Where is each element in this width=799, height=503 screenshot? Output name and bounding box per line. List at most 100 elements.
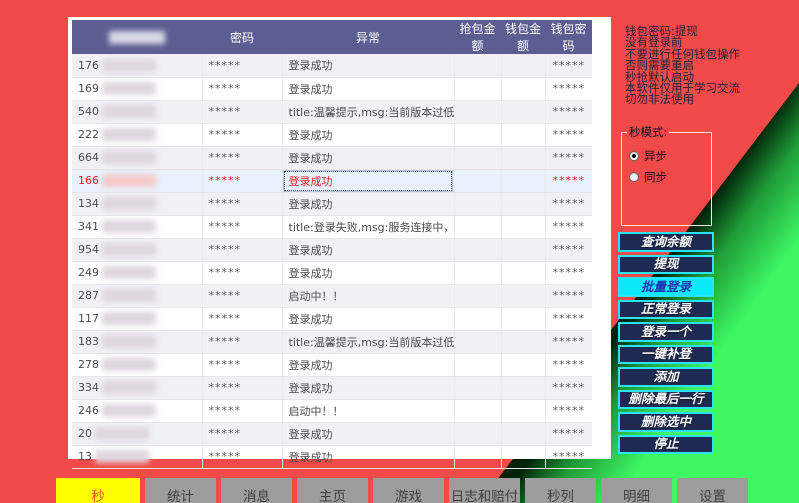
- status-cell[interactable]: 登录成功: [282, 307, 454, 330]
- action-button[interactable]: 登录一个: [618, 322, 714, 342]
- status-cell[interactable]: 启动中！！: [282, 399, 454, 422]
- grab-amount-cell[interactable]: [454, 100, 501, 123]
- password-cell[interactable]: *****: [202, 445, 282, 468]
- wallet-password-cell[interactable]: *****: [545, 54, 592, 77]
- status-cell[interactable]: 登录成功: [282, 169, 454, 192]
- account-cell[interactable]: 20: [72, 422, 202, 445]
- status-cell[interactable]: 登录成功: [282, 445, 454, 468]
- account-cell[interactable]: 169: [72, 77, 202, 100]
- wallet-amount-cell[interactable]: [501, 422, 545, 445]
- wallet-amount-cell[interactable]: [501, 376, 545, 399]
- password-cell[interactable]: *****: [202, 169, 282, 192]
- wallet-password-cell[interactable]: *****: [545, 353, 592, 376]
- wallet-amount-cell[interactable]: [501, 100, 545, 123]
- account-cell[interactable]: 334: [72, 376, 202, 399]
- grab-amount-cell[interactable]: [454, 422, 501, 445]
- radio-icon[interactable]: [629, 151, 639, 161]
- wallet-amount-cell[interactable]: [501, 261, 545, 284]
- status-cell[interactable]: 登录成功: [282, 123, 454, 146]
- status-cell[interactable]: 登录成功: [282, 353, 454, 376]
- status-cell[interactable]: 登录成功: [282, 54, 454, 77]
- mode-radio-option[interactable]: 异步: [629, 148, 711, 164]
- wallet-password-cell[interactable]: *****: [545, 215, 592, 238]
- wallet-amount-cell[interactable]: [501, 77, 545, 100]
- status-cell[interactable]: 登录成功: [282, 238, 454, 261]
- account-cell[interactable]: 664: [72, 146, 202, 169]
- wallet-password-cell[interactable]: *****: [545, 123, 592, 146]
- grab-amount-cell[interactable]: [454, 215, 501, 238]
- wallet-amount-cell[interactable]: [501, 215, 545, 238]
- status-cell[interactable]: title:登录失败,msg:服务连接中，请稍后再试。 ...: [282, 215, 454, 238]
- password-cell[interactable]: *****: [202, 215, 282, 238]
- account-cell[interactable]: 287: [72, 284, 202, 307]
- table-row[interactable]: 664 ***** 登录成功 *****: [72, 146, 592, 169]
- table-row[interactable]: 134 ***** 登录成功 *****: [72, 192, 592, 215]
- account-cell[interactable]: 13: [72, 445, 202, 468]
- password-cell[interactable]: *****: [202, 284, 282, 307]
- table-row[interactable]: 287 ***** 启动中！！ *****: [72, 284, 592, 307]
- wallet-password-cell[interactable]: *****: [545, 307, 592, 330]
- grab-amount-cell[interactable]: [454, 353, 501, 376]
- status-cell[interactable]: 登录成功: [282, 77, 454, 100]
- table-row[interactable]: 246 ***** 启动中！！ *****: [72, 399, 592, 422]
- password-cell[interactable]: *****: [202, 330, 282, 353]
- action-button[interactable]: 删除最后一行: [618, 390, 714, 410]
- password-cell[interactable]: *****: [202, 123, 282, 146]
- wallet-amount-cell[interactable]: [501, 284, 545, 307]
- account-cell[interactable]: 341: [72, 215, 202, 238]
- table-row[interactable]: 278 ***** 登录成功 *****: [72, 353, 592, 376]
- grab-amount-cell[interactable]: [454, 146, 501, 169]
- table-row[interactable]: 334 ***** 登录成功 *****: [72, 376, 592, 399]
- wallet-amount-cell[interactable]: [501, 445, 545, 468]
- radio-icon[interactable]: [629, 172, 639, 182]
- status-cell[interactable]: 登录成功: [282, 146, 454, 169]
- action-button[interactable]: 停止: [618, 435, 714, 455]
- password-cell[interactable]: *****: [202, 422, 282, 445]
- wallet-password-cell[interactable]: *****: [545, 192, 592, 215]
- password-cell[interactable]: *****: [202, 353, 282, 376]
- action-button[interactable]: 查询余额: [618, 232, 714, 252]
- wallet-amount-cell[interactable]: [501, 330, 545, 353]
- status-cell[interactable]: 登录成功: [282, 192, 454, 215]
- password-cell[interactable]: *****: [202, 77, 282, 100]
- wallet-password-cell[interactable]: *****: [545, 445, 592, 468]
- grab-amount-cell[interactable]: [454, 284, 501, 307]
- wallet-amount-cell[interactable]: [501, 123, 545, 146]
- wallet-password-cell[interactable]: *****: [545, 169, 592, 192]
- grab-amount-cell[interactable]: [454, 261, 501, 284]
- bottom-tab[interactable]: 主页: [297, 478, 368, 503]
- account-cell[interactable]: 249: [72, 261, 202, 284]
- wallet-password-cell[interactable]: *****: [545, 399, 592, 422]
- table-row[interactable]: 117 ***** 登录成功 *****: [72, 307, 592, 330]
- password-cell[interactable]: *****: [202, 307, 282, 330]
- wallet-password-cell[interactable]: *****: [545, 261, 592, 284]
- table-row[interactable]: 249 ***** 登录成功 *****: [72, 261, 592, 284]
- wallet-amount-cell[interactable]: [501, 353, 545, 376]
- password-cell[interactable]: *****: [202, 192, 282, 215]
- password-cell[interactable]: *****: [202, 399, 282, 422]
- account-cell[interactable]: 222: [72, 123, 202, 146]
- bottom-tab[interactable]: 日志和赔付: [449, 478, 520, 503]
- status-cell[interactable]: 登录成功: [282, 261, 454, 284]
- bottom-tab[interactable]: 统计: [145, 478, 216, 503]
- wallet-password-cell[interactable]: *****: [545, 238, 592, 261]
- bottom-tab[interactable]: 秒: [56, 478, 140, 503]
- wallet-password-cell[interactable]: *****: [545, 284, 592, 307]
- bottom-tab[interactable]: 明细: [601, 478, 672, 503]
- password-cell[interactable]: *****: [202, 54, 282, 77]
- grab-amount-cell[interactable]: [454, 330, 501, 353]
- account-cell[interactable]: 246: [72, 399, 202, 422]
- wallet-password-cell[interactable]: *****: [545, 330, 592, 353]
- grab-amount-cell[interactable]: [454, 169, 501, 192]
- wallet-amount-cell[interactable]: [501, 307, 545, 330]
- table-row[interactable]: 166 ***** 登录成功 *****: [72, 169, 592, 192]
- grab-amount-cell[interactable]: [454, 376, 501, 399]
- wallet-password-cell[interactable]: *****: [545, 146, 592, 169]
- wallet-password-cell[interactable]: *****: [545, 422, 592, 445]
- action-button[interactable]: 正常登录: [618, 300, 714, 320]
- table-row[interactable]: 176 ***** 登录成功 *****: [72, 54, 592, 77]
- password-cell[interactable]: *****: [202, 261, 282, 284]
- grab-amount-cell[interactable]: [454, 192, 501, 215]
- bottom-tab[interactable]: 设置: [677, 478, 748, 503]
- table-row[interactable]: 13 ***** 登录成功 *****: [72, 445, 592, 468]
